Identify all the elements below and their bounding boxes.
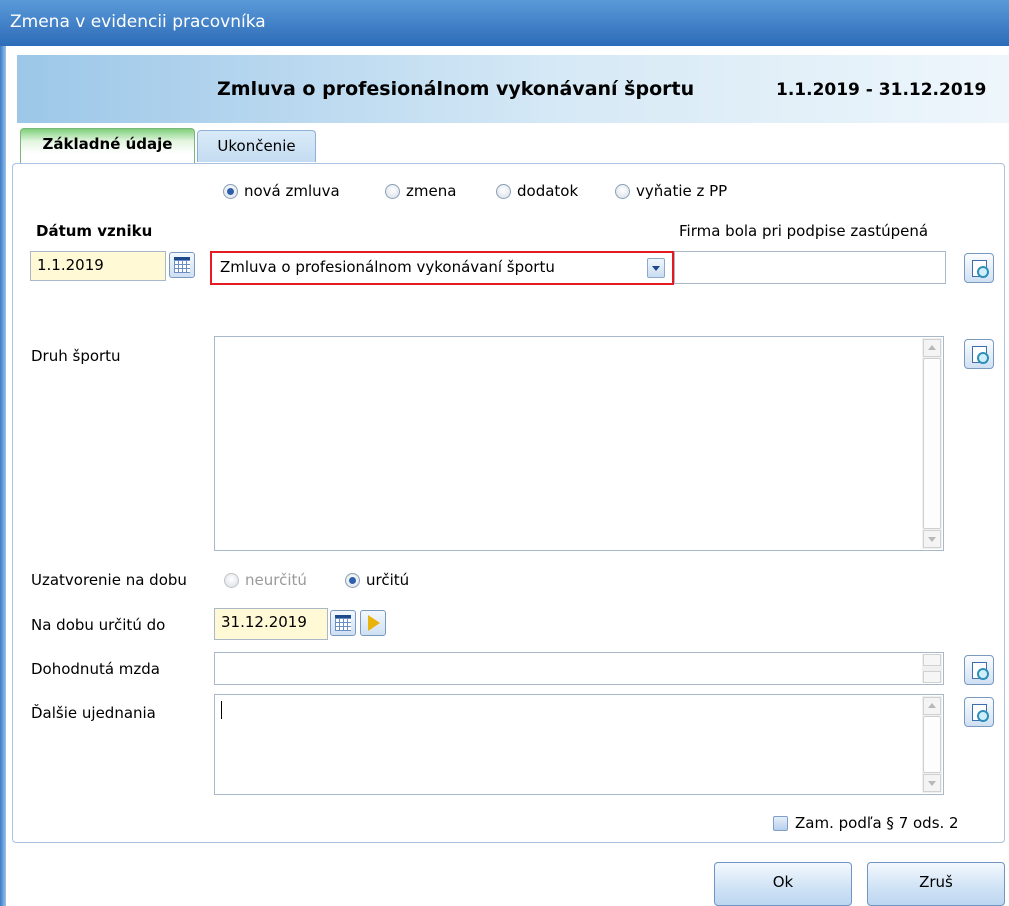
spinner-icon[interactable] xyxy=(922,654,942,683)
radio-selected-icon xyxy=(345,572,360,588)
tab-basic-data[interactable]: Základné údaje xyxy=(20,128,195,164)
radio-label: zmena xyxy=(406,182,457,200)
radio-icon xyxy=(615,183,630,199)
chevron-down-icon[interactable] xyxy=(647,258,665,278)
fixed-until-label: Na dobu určitú do xyxy=(31,616,166,634)
tab-termination[interactable]: Ukončenie xyxy=(197,130,316,162)
radio-label: nová zmluva xyxy=(244,182,340,200)
agreed-wage-label: Dohodnutá mzda xyxy=(31,660,160,678)
banner-period: 1.1.2019 - 31.12.2019 xyxy=(776,80,987,100)
radio-selected-icon xyxy=(223,183,238,199)
banner-title: Zmluva o profesionálnom vykonávaní šport… xyxy=(217,78,695,100)
scrollbar[interactable] xyxy=(922,338,942,549)
date-origin-label: Dátum vzniku xyxy=(36,222,153,240)
sport-type-textarea[interactable] xyxy=(214,336,944,551)
section7-checkbox[interactable]: Zam. podľa § 7 ods. 2 xyxy=(773,814,959,832)
radio-icon xyxy=(224,572,239,588)
representation-input[interactable] xyxy=(674,251,946,284)
other-terms-label: Ďalšie ujednania xyxy=(31,704,156,722)
radio-amendment[interactable]: dodatok xyxy=(496,182,578,200)
button-label: Ok xyxy=(772,873,794,891)
window-titlebar[interactable]: Zmena v evidencii pracovníka xyxy=(0,0,1009,46)
combo-value: Zmluva o profesionálnom vykonávaní šport… xyxy=(220,258,555,276)
arrow-right-icon[interactable] xyxy=(360,610,386,636)
scroll-down-icon[interactable] xyxy=(923,774,941,792)
button-label: Zruš xyxy=(919,873,953,891)
scroll-thumb[interactable] xyxy=(923,716,941,773)
scroll-down-icon[interactable] xyxy=(923,530,941,548)
radio-icon xyxy=(496,183,511,199)
duration-label: Uzatvorenie na dobu xyxy=(31,571,187,589)
ok-button[interactable]: Ok xyxy=(714,862,852,906)
calendar-icon[interactable] xyxy=(330,610,356,636)
fixed-until-input[interactable]: 31.12.2019 xyxy=(214,608,328,640)
scroll-up-icon[interactable] xyxy=(923,339,941,357)
header-banner: Zmluva o profesionálnom vykonávaní šport… xyxy=(17,55,1009,123)
radio-definite[interactable]: určitú xyxy=(345,571,409,589)
date-origin-value: 1.1.2019 xyxy=(37,256,104,274)
cancel-button[interactable]: Zruš xyxy=(867,862,1005,906)
window-left-border xyxy=(0,46,6,906)
checkbox-label: Zam. podľa § 7 ods. 2 xyxy=(795,814,959,832)
representation-label: Firma bola pri podpise zastúpená xyxy=(679,222,929,240)
date-origin-input[interactable]: 1.1.2019 xyxy=(30,251,166,281)
text-caret xyxy=(221,701,222,719)
lookup-icon[interactable] xyxy=(964,697,994,727)
other-terms-textarea[interactable] xyxy=(214,694,944,795)
scroll-thumb[interactable] xyxy=(923,358,941,529)
radio-label: určitú xyxy=(366,571,410,589)
lookup-icon[interactable] xyxy=(964,655,994,685)
tab-label: Ukončenie xyxy=(217,137,296,155)
checkbox-icon xyxy=(773,815,788,831)
scroll-up-icon[interactable] xyxy=(923,697,941,715)
fixed-until-value: 31.12.2019 xyxy=(221,613,307,631)
window-title: Zmena v evidencii pracovníka xyxy=(10,12,266,32)
sport-type-label: Druh športu xyxy=(31,347,121,365)
radio-label: dodatok xyxy=(517,182,579,200)
radio-new-contract[interactable]: nová zmluva xyxy=(223,182,340,200)
scrollbar[interactable] xyxy=(922,696,942,793)
calendar-icon[interactable] xyxy=(169,252,195,278)
radio-indefinite[interactable]: neurčitú xyxy=(224,571,307,589)
agreed-wage-input[interactable] xyxy=(214,652,944,685)
radio-label: vyňatie z PP xyxy=(636,182,728,200)
lookup-icon[interactable] xyxy=(964,339,994,369)
contract-type-combobox[interactable]: Zmluva o profesionálnom vykonávaní šport… xyxy=(210,251,674,285)
radio-change[interactable]: zmena xyxy=(385,182,456,200)
tab-label: Základné údaje xyxy=(42,135,173,153)
radio-exemption[interactable]: vyňatie z PP xyxy=(615,182,727,200)
radio-icon xyxy=(385,183,400,199)
radio-label: neurčitú xyxy=(245,571,307,589)
lookup-icon[interactable] xyxy=(964,253,994,283)
